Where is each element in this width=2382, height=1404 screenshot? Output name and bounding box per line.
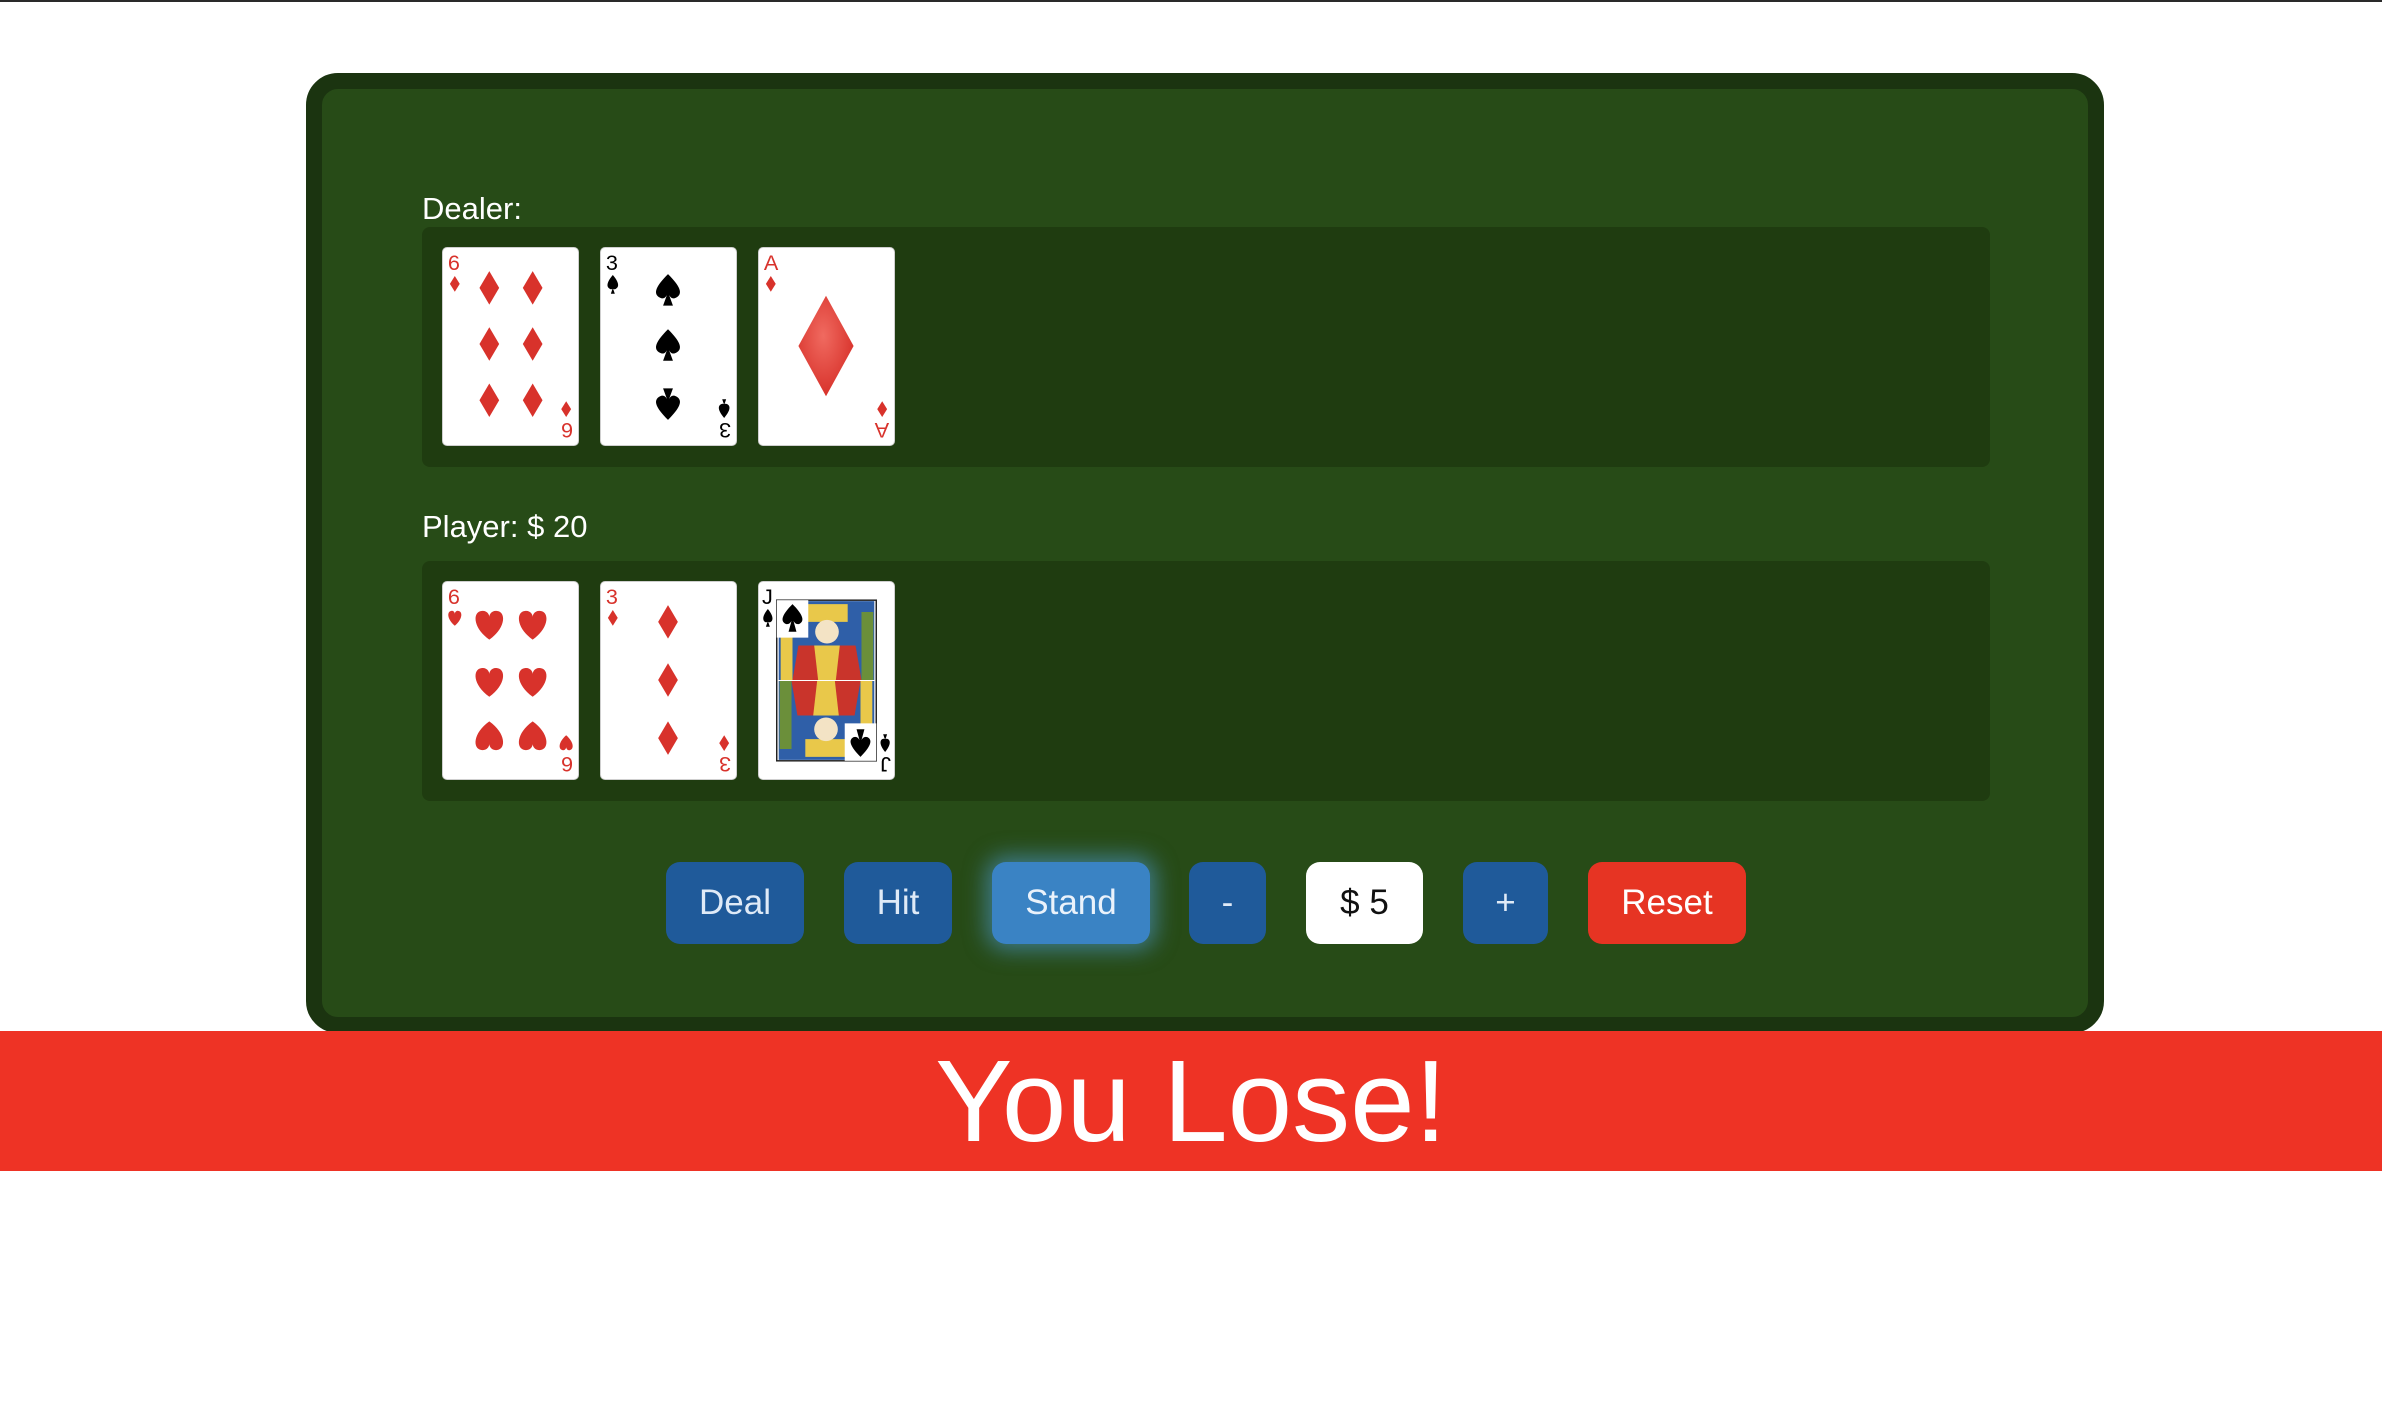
svg-text:6: 6 <box>448 584 460 609</box>
svg-text:A: A <box>874 418 889 443</box>
card-face-icon: 6 6 <box>448 250 573 443</box>
player-card-jack-of-spades: J J <box>758 581 895 780</box>
player-hand: 6 6 3 3 J J <box>422 561 1990 801</box>
card-face-icon: 3 3 <box>606 584 731 777</box>
result-message: You Lose! <box>935 1036 1447 1166</box>
hit-button[interactable]: Hit <box>844 862 952 944</box>
reset-button[interactable]: Reset <box>1588 862 1746 944</box>
svg-text:6: 6 <box>561 418 573 443</box>
result-banner: You Lose! <box>0 1031 2382 1171</box>
svg-text:6: 6 <box>561 752 573 777</box>
svg-text:3: 3 <box>606 584 618 609</box>
stand-button[interactable]: Stand <box>992 862 1150 944</box>
player-label: Player: $ 20 <box>422 509 588 544</box>
svg-text:3: 3 <box>719 752 731 777</box>
svg-text:3: 3 <box>719 418 731 443</box>
increase-bet-button[interactable]: + <box>1463 862 1548 944</box>
svg-text:A: A <box>764 250 779 275</box>
top-border-line <box>0 0 2382 2</box>
dealer-card-ace-of-diamonds: A A <box>758 247 895 446</box>
deal-button[interactable]: Deal <box>666 862 804 944</box>
player-card-three-of-diamonds: 3 3 <box>600 581 737 780</box>
dealer-card-six-of-diamonds: 6 6 <box>442 247 579 446</box>
svg-text:J: J <box>762 584 773 609</box>
card-face-icon: A A <box>764 250 889 443</box>
decrease-bet-button[interactable]: - <box>1189 862 1266 944</box>
card-face-icon: J J <box>759 582 894 779</box>
svg-text:6: 6 <box>448 250 460 275</box>
card-face-icon: 6 6 <box>448 584 573 777</box>
player-card-six-of-hearts: 6 6 <box>442 581 579 780</box>
dealer-card-three-of-spades: 3 3 <box>600 247 737 446</box>
card-face-icon: 3 3 <box>606 250 731 443</box>
dealer-label: Dealer: <box>422 191 522 226</box>
svg-text:J: J <box>880 752 891 777</box>
bet-amount-display: $ 5 <box>1306 862 1423 944</box>
dealer-hand: 6 6 3 3 A A <box>422 227 1990 467</box>
svg-text:3: 3 <box>606 250 618 275</box>
